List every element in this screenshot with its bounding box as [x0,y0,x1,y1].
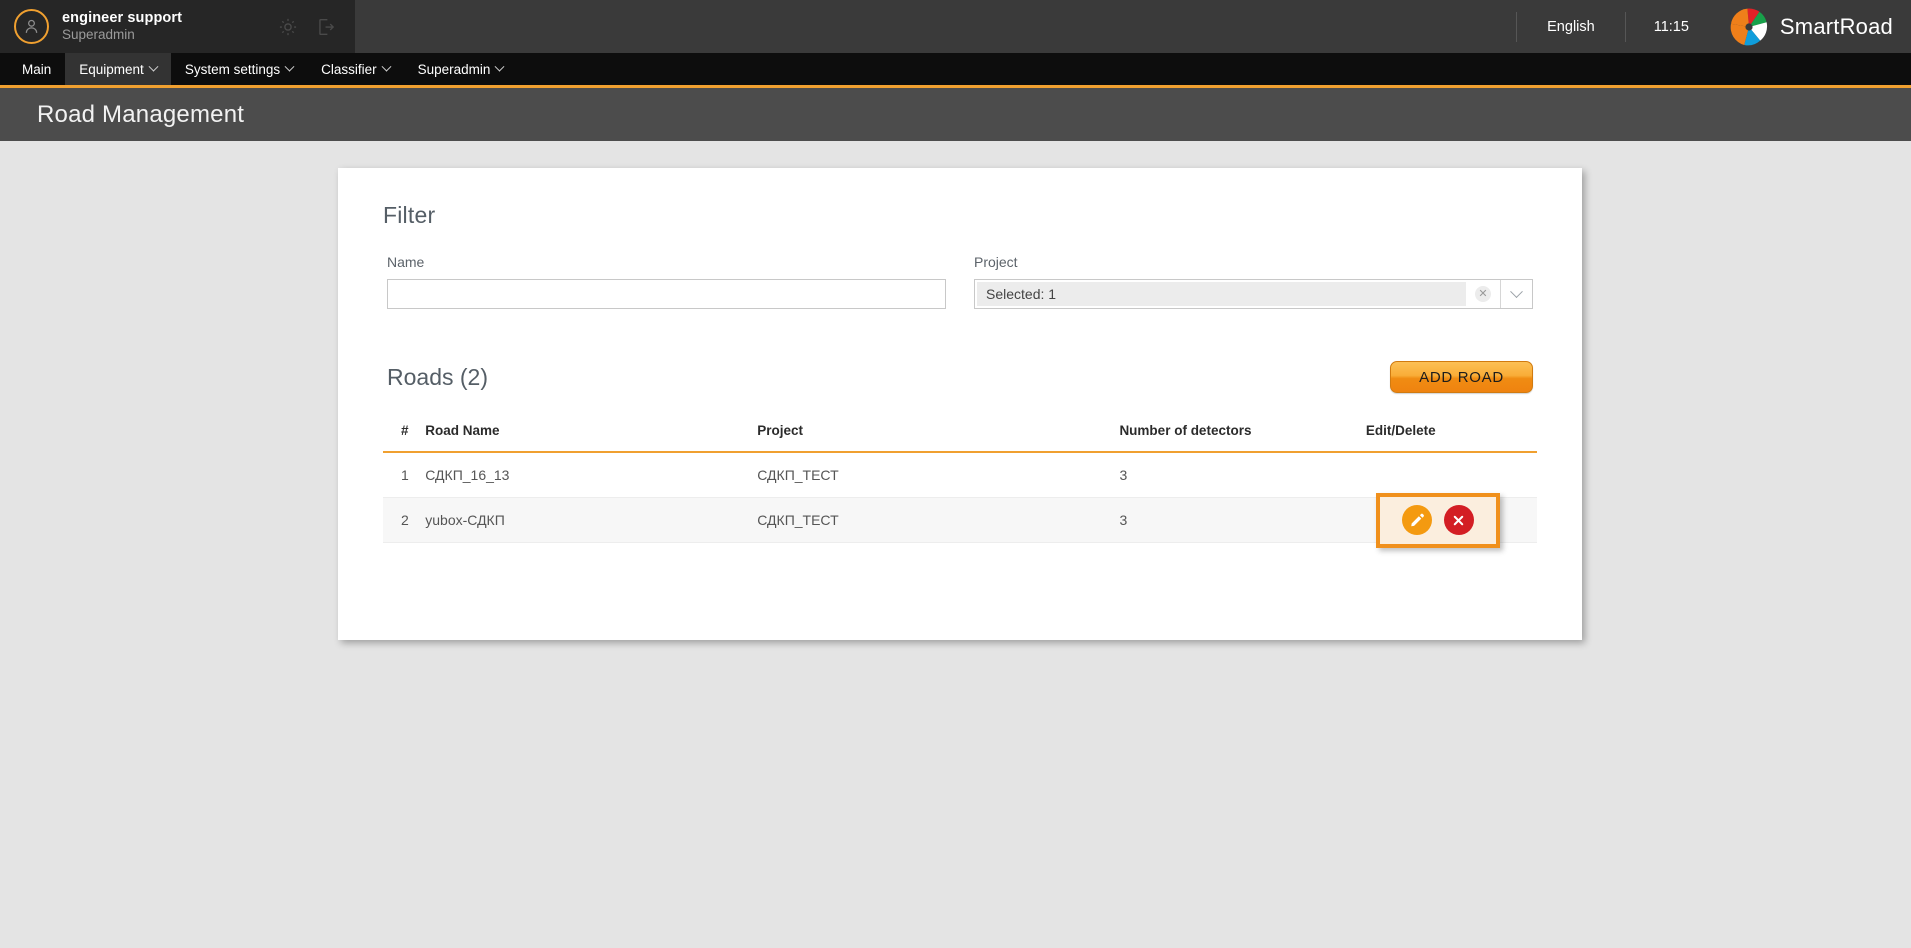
user-actions [275,14,355,40]
cell-detectors: 3 [1119,497,1366,543]
user-role: Superadmin [62,27,135,43]
user-identity: engineer support Superadmin [62,10,275,42]
brand: SmartRoad [1729,7,1893,47]
cell-road-name: СДКП_16_13 [425,452,758,498]
column-header-road-name: Road Name [425,423,758,453]
column-header-number: # [383,423,426,453]
chevron-down-icon[interactable] [1500,280,1532,308]
project-field-group: Project Selected: 1 ✕ [974,254,1533,309]
nav-item-equipment[interactable]: Equipment [65,53,171,85]
filter-row: Name Project Selected: 1 ✕ [383,254,1537,309]
topbar-right: English 11:15 SmartRoad [1514,0,1911,53]
roads-table: # Road Name Project Number of detectors … [383,423,1537,548]
roads-section-title: Roads (2) [387,363,488,390]
language-selector[interactable]: English [1519,19,1623,35]
action-buttons-highlight [1375,492,1500,548]
nav-label: Classifier [321,61,377,77]
table-header: # Road Name Project Number of detectors … [383,423,1537,453]
divider [1516,11,1518,42]
cell-number: 1 [383,452,426,498]
name-input[interactable] [387,279,946,309]
column-header-detectors: Number of detectors [1119,423,1366,453]
divider [1624,11,1626,42]
project-selected-value: Selected: 1 [977,282,1466,306]
user-name: engineer support [62,10,183,27]
nav-item-main[interactable]: Main [8,53,65,85]
cell-actions [1365,452,1537,498]
table-row[interactable]: 2 yubox-СДКП СДКП_ТЕСТ 3 [383,492,1537,548]
close-x-delete-icon[interactable] [1443,505,1474,535]
nav-item-system-settings[interactable]: System settings [171,53,307,85]
project-multiselect[interactable]: Selected: 1 ✕ [974,279,1533,309]
nav-item-classifier[interactable]: Classifier [307,53,404,85]
roads-header: Roads (2) ADD ROAD [383,361,1537,393]
nav-item-superadmin[interactable]: Superadmin [404,53,518,85]
cell-road-name: yubox-СДКП [425,497,758,543]
nav-label: System settings [184,61,281,77]
project-label: Project [974,254,1018,270]
road-management-card: Filter Name Project Selected: 1 ✕ Roads … [338,168,1582,640]
cell-project: СДКП_ТЕСТ [757,452,1120,498]
nav-label: Superadmin [417,61,491,77]
filter-section-title: Filter [383,202,436,228]
table-row[interactable]: 1 СДКП_16_13 СДКП_ТЕСТ 3 [383,452,1537,498]
cell-number: 2 [383,497,426,543]
page-title-bar: Road Management [0,88,1911,141]
user-block: engineer support Superadmin [0,0,355,53]
column-header-edit-delete: Edit/Delete [1365,423,1537,453]
pencil-edit-icon[interactable] [1401,505,1432,535]
user-avatar-icon [14,9,49,44]
brand-name: SmartRoad [1779,13,1893,39]
logout-icon[interactable] [313,14,339,40]
add-road-button[interactable]: ADD ROAD [1390,361,1533,393]
nav-label: Main [22,61,52,77]
chevron-down-icon [381,61,392,72]
main-navigation: Main Equipment System settings Classifie… [0,53,1911,88]
clock-time: 11:15 [1653,18,1689,35]
cell-actions [1365,492,1537,548]
page-title: Road Management [37,100,245,128]
cell-project: СДКП_ТЕСТ [757,497,1120,543]
table-header-row: # Road Name Project Number of detectors … [383,423,1537,453]
chevron-down-icon [148,61,159,72]
nav-label: Equipment [79,61,144,77]
clear-x-icon[interactable]: ✕ [1466,280,1500,308]
top-bar: engineer support Superadmin English 11:1… [0,0,1911,53]
gear-icon[interactable] [275,14,301,40]
content-area: Filter Name Project Selected: 1 ✕ Roads … [0,141,1911,640]
smartroad-pinwheel-logo [1730,8,1767,45]
name-field-group: Name [387,254,946,309]
cell-detectors: 3 [1119,452,1366,498]
chevron-down-icon [494,61,505,72]
name-label: Name [387,254,425,270]
column-header-project: Project [757,423,1120,453]
chevron-down-icon [284,61,295,72]
table-body: 1 СДКП_16_13 СДКП_ТЕСТ 3 2 yubox-СДКП СД… [383,452,1537,548]
